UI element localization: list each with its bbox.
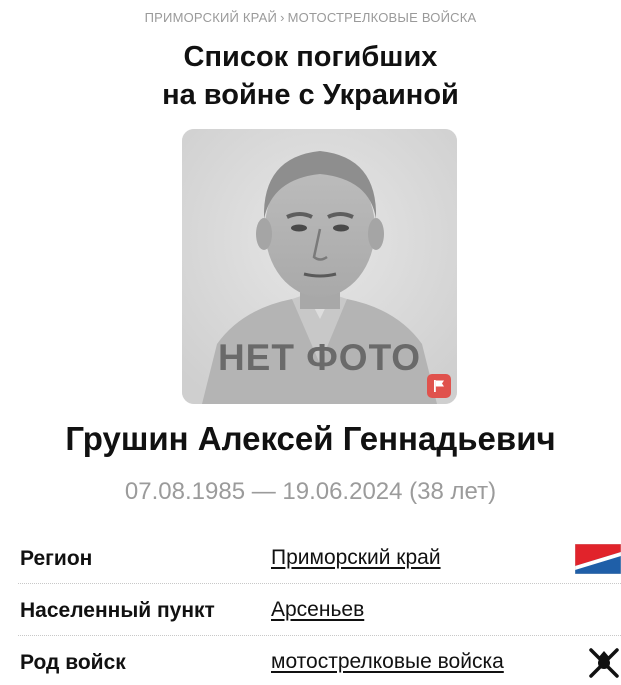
portrait-photo: НЕТ ФОТО [182,129,457,404]
life-dates: 07.08.1985 — 19.06.2024 (38 лет) [124,478,497,505]
page-title-line2: на войне с Украиной [162,79,459,111]
detail-label-settlement: Населенный пункт [20,599,215,622]
region-link[interactable]: Приморский край [271,546,441,570]
detail-row-region: Регион Приморский край [18,532,621,584]
detail-label-branch: Род войск [20,651,126,674]
detail-row-branch: Род войск мотострелковые войска [18,636,621,685]
page: ПРИМОРСКИЙ КРАЙ › МОТОСТРЕЛКОВЫЕ ВОЙСКА Сп… [0,0,621,685]
flag-icon [434,380,444,392]
report-flag-icon[interactable] [427,374,451,398]
person-name: Грушин Алексей Геннадьевич [65,420,556,457]
branch-link[interactable]: мотострелковые войска [271,650,504,674]
page-title: Список погибших на войне с Украиной [0,38,621,114]
details-table: Регион Приморский край Населенный пункт … [18,532,621,685]
breadcrumb-region-link[interactable]: ПРИМОРСКИЙ КРАЙ [145,10,277,25]
settlement-link[interactable]: Арсеньев [271,598,364,622]
detail-label-region: Регион [20,547,93,570]
breadcrumb: ПРИМОРСКИЙ КРАЙ › МОТОСТРЕЛКОВЫЕ ВОЙСКА [0,10,621,25]
breadcrumb-separator: › [280,10,285,25]
page-title-line1: Список погибших [183,41,438,73]
detail-row-settlement: Населенный пункт Арсеньев [18,584,621,636]
region-flag-icon [575,544,621,574]
breadcrumb-branch-link[interactable]: МОТОСТРЕЛКОВЫЕ ВОЙСКА [288,10,477,25]
no-photo-label: НЕТ ФОТО [217,337,422,378]
motor-rifle-emblem-icon [589,648,619,678]
